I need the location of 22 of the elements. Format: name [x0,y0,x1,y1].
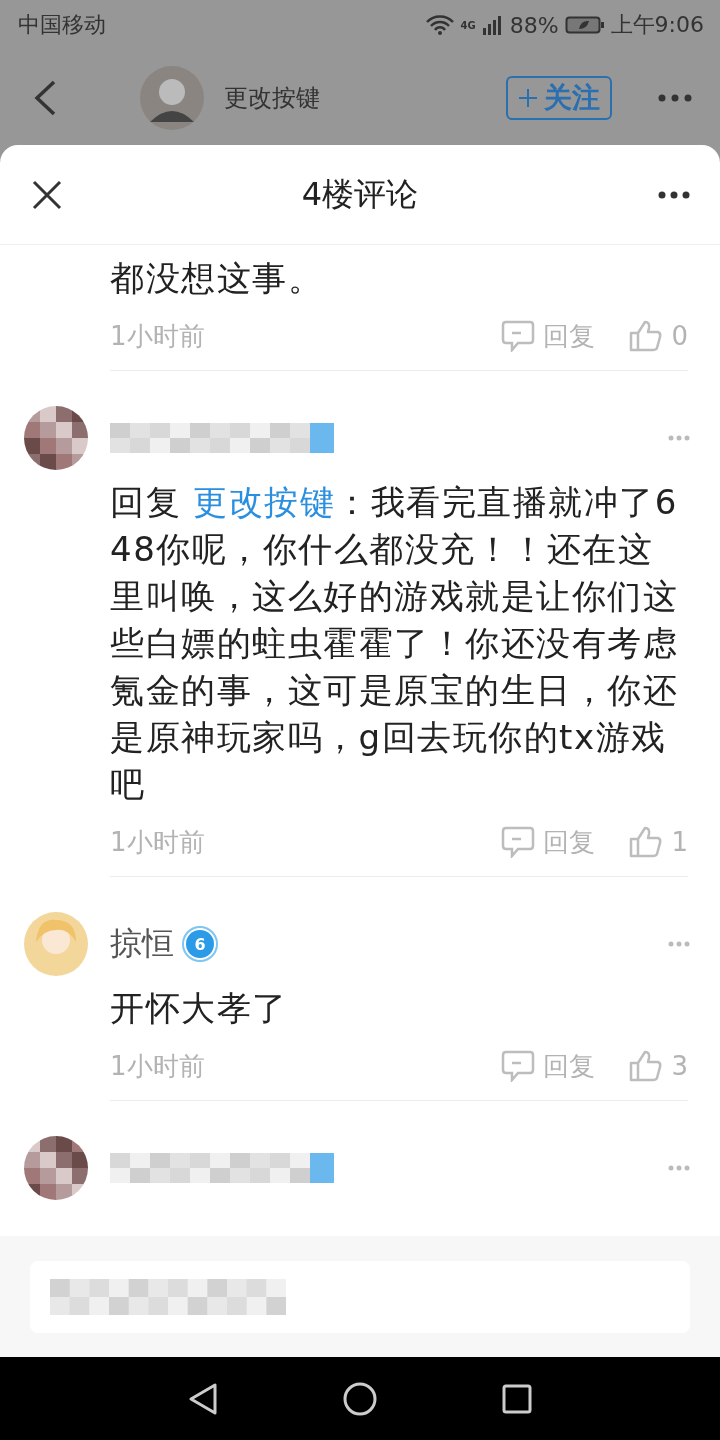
reply-link[interactable]: 回复 [543,318,596,354]
network-type: 4G [460,20,476,31]
sheet-title: 4楼评论 [301,173,419,215]
comment-text: 开怀大孝了 [110,987,289,1030]
reply-link[interactable]: 回复 [543,1048,596,1084]
comment-time: 1小时前 [110,1049,205,1083]
comment-time: 1小时前 [110,825,205,859]
mention-link[interactable]: 更改按键 [193,482,336,522]
like-count: 1 [671,827,688,857]
clock-time: 上午9:06 [610,11,704,39]
level-badge: 6 [186,930,214,958]
author-name[interactable]: 更改按键 [224,81,320,114]
author-name[interactable]: 掠恒 [110,922,174,966]
battery-percent: 88% [509,12,559,38]
follow-button[interactable]: 关注 [506,75,612,120]
reply-link[interactable]: 回复 [543,824,596,860]
carrier-name: 中国移动 [18,11,106,39]
like-count: 3 [671,1051,688,1081]
comment-time: 1小时前 [110,319,205,353]
comment-text: 回复 更改按键：我看完直播就冲了648你呢，你什么都没充！！还在这里叫唤，这么好的游戏就是让你们这些白嫖的蛀虫霍霍了！你还没有考虑氪金的事，这可是原宝的生日，你还是原神玩家吗，g回去玩你的tx游戏吧 [110,481,679,806]
comment-text: 都没想这事。 [110,257,324,300]
like-count: 0 [671,321,688,351]
